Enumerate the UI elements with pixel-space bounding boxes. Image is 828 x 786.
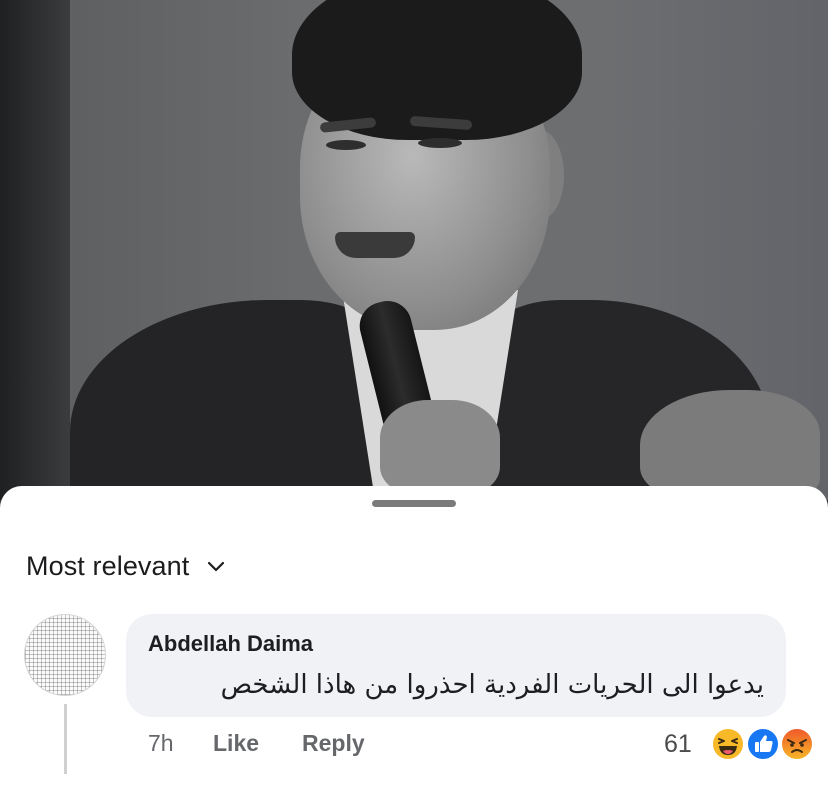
comment-text: يدعوا الى الحريات الفردية احذروا من هاذا… <box>220 670 764 700</box>
sort-label: Most relevant <box>26 550 190 581</box>
avatar[interactable] <box>24 614 106 696</box>
chevron-down-icon <box>207 561 225 573</box>
reply-button[interactable]: Reply <box>302 730 365 757</box>
hand-left <box>380 400 500 495</box>
sort-dropdown[interactable]: Most relevant <box>26 548 225 584</box>
reaction-count[interactable]: 61 <box>664 730 692 759</box>
haha-reaction-icon[interactable] <box>711 727 745 761</box>
sheet-drag-handle[interactable] <box>372 500 456 507</box>
comment-author[interactable]: Abdellah Daima <box>148 631 313 657</box>
thread-line <box>64 704 67 774</box>
background-wall <box>0 0 70 500</box>
like-reaction-icon[interactable] <box>746 727 780 761</box>
video-frame[interactable] <box>0 0 828 500</box>
like-button[interactable]: Like <box>213 730 259 757</box>
eye-left <box>326 140 366 150</box>
mouth <box>335 232 415 258</box>
hand-right <box>640 390 820 500</box>
eye-right <box>418 138 462 148</box>
angry-reaction-icon[interactable] <box>780 727 814 761</box>
comment-timestamp[interactable]: 7h <box>148 730 174 757</box>
